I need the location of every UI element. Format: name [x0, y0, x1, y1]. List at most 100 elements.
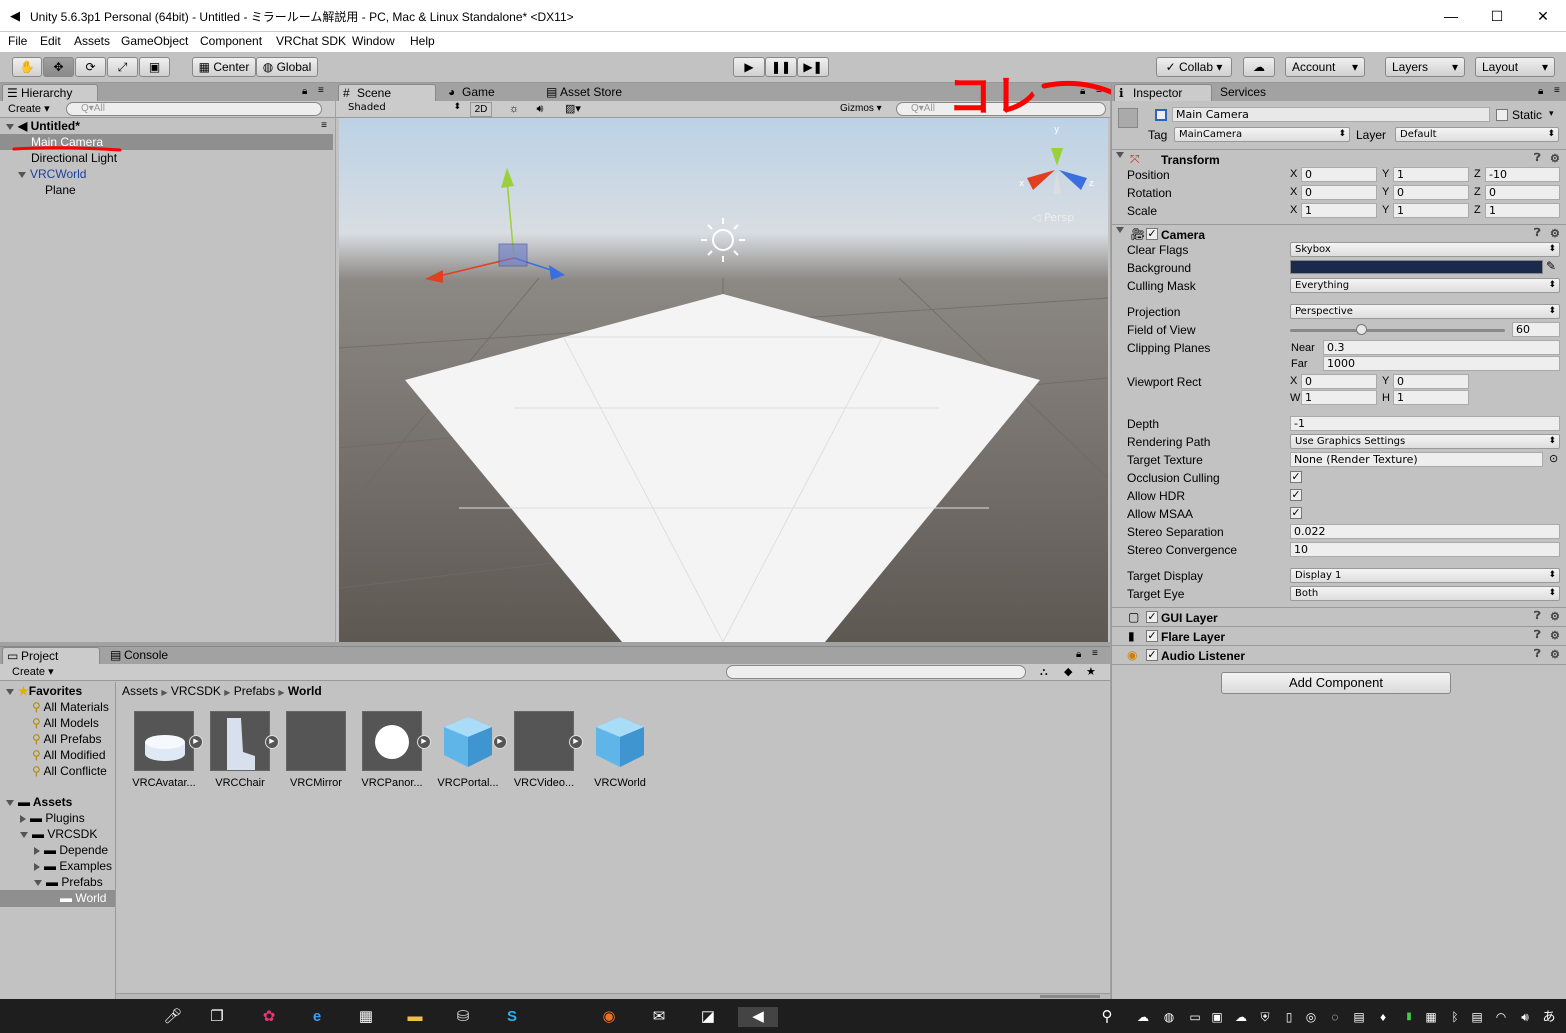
gear-icon[interactable]: ⚙: [1550, 629, 1560, 642]
scale-x-field[interactable]: 1: [1301, 203, 1377, 218]
project-create-button[interactable]: Create ▾: [12, 665, 54, 680]
tab-scene[interactable]: # Scene: [338, 84, 436, 101]
scale-y-field[interactable]: 1: [1393, 203, 1469, 218]
expand-arrow-icon[interactable]: [6, 688, 14, 695]
favorite-item[interactable]: ⚲ All Modified: [32, 748, 106, 762]
scene-row[interactable]: ◀ Untitled* ≡: [0, 118, 333, 134]
filter-type-icon[interactable]: ⛬: [1040, 665, 1048, 680]
menu-component[interactable]: Component: [200, 34, 262, 48]
target-texture-field[interactable]: None (Render Texture): [1290, 452, 1543, 467]
expand-prefab-icon[interactable]: ▶: [569, 735, 583, 749]
pause-button[interactable]: ❚❚: [765, 57, 797, 77]
steam-icon[interactable]: ◎: [1300, 1007, 1322, 1027]
rotation-y-field[interactable]: 0: [1393, 185, 1469, 200]
position-z-field[interactable]: -10: [1485, 167, 1560, 182]
asset-item[interactable]: VRCVideo...: [512, 711, 576, 789]
people-icon[interactable]: ⚲: [1096, 1007, 1118, 1027]
expand-arrow-icon[interactable]: [6, 799, 14, 806]
pivot-center-button[interactable]: ▦ Center: [192, 57, 256, 77]
ime-indicator[interactable]: あ: [1538, 1007, 1560, 1027]
shield-icon[interactable]: ⛨: [1254, 1007, 1276, 1027]
stereo-separation-field[interactable]: 0.022: [1290, 524, 1560, 539]
favorite-item[interactable]: ⚲ All Materials: [32, 700, 109, 714]
lock-icon[interactable]: 🔒︎: [1076, 649, 1081, 660]
expand-arrow-icon[interactable]: [18, 171, 26, 178]
tab-project[interactable]: ▭ Project: [2, 647, 100, 664]
step-button[interactable]: ▶❚: [797, 57, 829, 77]
calculator-icon[interactable]: ▦: [355, 1007, 377, 1027]
allow-hdr-checkbox[interactable]: ✓: [1290, 489, 1302, 501]
far-field[interactable]: 1000: [1323, 356, 1560, 371]
object-name-field[interactable]: Main Camera: [1172, 107, 1490, 122]
play-button[interactable]: ▶: [733, 57, 765, 77]
gear-icon[interactable]: ⚙: [1550, 152, 1560, 165]
layout-dropdown[interactable]: Layout ▾: [1475, 57, 1555, 77]
viewport-w-field[interactable]: 1: [1301, 390, 1377, 405]
target-display-dropdown[interactable]: Display 1: [1290, 568, 1560, 583]
wifi-icon[interactable]: ◠: [1490, 1007, 1512, 1027]
rendering-path-dropdown[interactable]: Use Graphics Settings: [1290, 434, 1560, 449]
edge-icon[interactable]: e: [306, 1007, 328, 1027]
favorite-item[interactable]: ⚲ All Prefabs: [32, 732, 102, 746]
culling-mask-dropdown[interactable]: Everything: [1290, 278, 1560, 293]
tree-folder-prefabs[interactable]: ▬ Prefabs: [34, 875, 103, 889]
transform-header[interactable]: ⤧ Transform ❓︎ ⚙: [1112, 149, 1566, 168]
gear-icon[interactable]: ⚙: [1550, 610, 1560, 623]
sticky-notes-icon[interactable]: ◪: [697, 1007, 719, 1027]
collapse-arrow-icon[interactable]: [34, 846, 40, 855]
asset-item[interactable]: VRCAvatar...: [132, 711, 196, 789]
tray-icon[interactable]: ▣: [1206, 1007, 1228, 1027]
menu-window[interactable]: Window: [352, 34, 395, 48]
hierarchy-item-vrcworld[interactable]: VRCWorld: [0, 166, 333, 182]
close-button[interactable]: ✕: [1520, 0, 1566, 32]
hierarchy-search-input[interactable]: Q▾All: [66, 102, 322, 116]
layer-dropdown[interactable]: Default: [1395, 127, 1559, 142]
audio-listener-header[interactable]: ◉ ✓ Audio Listener ❓︎ ⚙: [1112, 645, 1566, 664]
help-icon[interactable]: ❓︎: [1534, 648, 1541, 661]
asset-item[interactable]: VRCPanor...: [360, 711, 424, 789]
tray-icon[interactable]: ◌: [1324, 1007, 1346, 1027]
persp-label[interactable]: ◁ Persp: [1032, 211, 1074, 224]
breadcrumb-item[interactable]: Assets: [122, 684, 158, 698]
layers-dropdown[interactable]: Layers ▾: [1385, 57, 1465, 77]
clear-flags-dropdown[interactable]: Skybox: [1290, 242, 1560, 257]
asset-item[interactable]: VRCWorld: [588, 711, 652, 789]
tree-folder-world[interactable]: ▬ World: [0, 890, 115, 907]
cpu-icon[interactable]: ▮: [1398, 1007, 1420, 1027]
eyedropper-icon[interactable]: ✎: [1546, 259, 1556, 273]
tray-icon[interactable]: ▦: [1420, 1007, 1442, 1027]
tray-icon[interactable]: ▭: [1184, 1007, 1206, 1027]
lock-icon[interactable]: 🔒︎: [302, 86, 307, 97]
project-search-input[interactable]: [726, 665, 1026, 679]
tray-icon[interactable]: ◍: [1158, 1007, 1180, 1027]
allow-msaa-checkbox[interactable]: ✓: [1290, 507, 1302, 519]
paint-icon[interactable]: ✿: [258, 1007, 280, 1027]
gear-icon[interactable]: ⚙: [1550, 648, 1560, 661]
menu-help[interactable]: Help: [410, 34, 435, 48]
asset-item[interactable]: VRCPortal...: [436, 711, 500, 789]
projection-dropdown[interactable]: Perspective: [1290, 304, 1560, 319]
flare-layer-header[interactable]: ▮ ✓ Flare Layer ❓︎ ⚙: [1112, 626, 1566, 645]
lock-icon[interactable]: 🔒︎: [1538, 86, 1543, 97]
tray-icon[interactable]: ▤: [1466, 1007, 1488, 1027]
cloud-button[interactable]: ☁: [1243, 57, 1275, 77]
drop-icon[interactable]: ♦: [1372, 1007, 1394, 1027]
unity-icon[interactable]: ◀: [738, 1007, 778, 1027]
flare-layer-checkbox[interactable]: ✓: [1146, 630, 1158, 642]
scene-viewport[interactable]: y x z ◁ Persp: [339, 118, 1108, 642]
collapse-arrow-icon[interactable]: [20, 814, 26, 823]
menu-file[interactable]: File: [8, 34, 27, 48]
asset-item[interactable]: VRCChair: [208, 711, 272, 789]
fov-slider-thumb[interactable]: [1356, 324, 1367, 335]
audio-listener-checkbox[interactable]: ✓: [1146, 649, 1158, 661]
breadcrumb-item[interactable]: World: [288, 684, 322, 698]
tree-folder-plugins[interactable]: ▬ Plugins: [20, 811, 85, 825]
audio-toggle[interactable]: 🔊︎: [530, 102, 550, 117]
gear-icon[interactable]: ⚙: [1550, 227, 1560, 240]
viewport-y-field[interactable]: 0: [1393, 374, 1469, 389]
menu-edit[interactable]: Edit: [40, 34, 61, 48]
gui-layer-checkbox[interactable]: ✓: [1146, 611, 1158, 623]
effects-dropdown[interactable]: ▨▾: [558, 102, 588, 117]
occlusion-culling-checkbox[interactable]: ✓: [1290, 471, 1302, 483]
2d-toggle[interactable]: 2D: [470, 102, 492, 117]
